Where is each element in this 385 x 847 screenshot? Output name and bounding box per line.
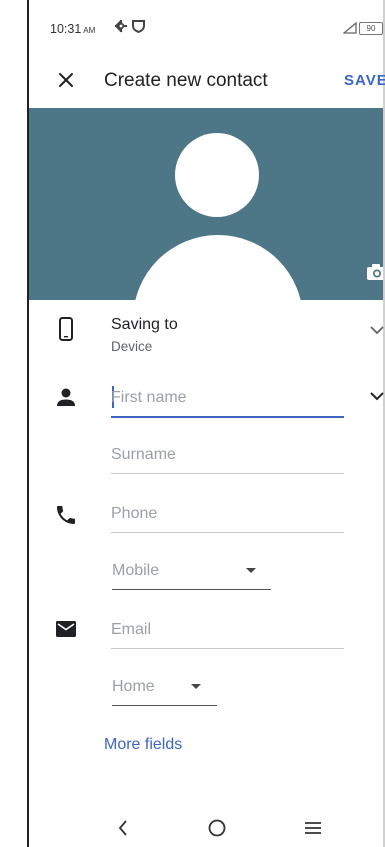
navigation-bar: [29, 808, 383, 847]
recents-button[interactable]: [301, 816, 325, 840]
back-chevron-icon: [118, 820, 127, 836]
person-icon: [57, 388, 75, 406]
phone-icon: [57, 506, 75, 524]
status-icons: [114, 19, 149, 38]
phone-device-icon: [59, 317, 73, 341]
email-type-underline: [112, 705, 217, 706]
avatar-body: [133, 235, 303, 300]
status-ampm: AM: [83, 26, 96, 35]
status-time: 10:31 AM: [50, 22, 95, 36]
first-name-field[interactable]: First name: [111, 389, 187, 407]
page-title: Create new contact: [104, 70, 268, 91]
status-time-value: 10:31: [50, 22, 82, 36]
battery-icon: 90: [359, 22, 383, 35]
screen: 10:31 AM 90 Create new contact SAVE Savi…: [0, 0, 385, 847]
name-expand-chevron-icon[interactable]: [369, 391, 385, 401]
saving-to-label: Saving to: [111, 316, 178, 333]
toolbar: Create new contact SAVE: [29, 58, 385, 108]
phone-underline: [111, 532, 344, 533]
account-chevron-down-icon[interactable]: [369, 325, 385, 335]
menu-lines-icon: [305, 822, 321, 834]
phone-field[interactable]: Phone: [111, 505, 157, 523]
phone-type-dropdown-arrow-icon[interactable]: [246, 568, 256, 573]
more-fields-button[interactable]: More fields: [104, 736, 182, 754]
email-type-dropdown[interactable]: Home: [112, 678, 155, 696]
close-icon: [59, 73, 73, 87]
first-name-underline: [111, 416, 344, 418]
back-button[interactable]: [111, 816, 135, 840]
home-circle-icon: [208, 819, 226, 837]
surname-field[interactable]: Surname: [111, 446, 176, 464]
phone-type-underline: [112, 589, 271, 590]
email-field[interactable]: Email: [111, 621, 151, 639]
surname-underline: [111, 473, 344, 474]
email-underline: [111, 648, 344, 649]
home-button[interactable]: [205, 816, 229, 840]
camera-icon: [367, 264, 383, 280]
signal-icon: [343, 22, 357, 34]
settings-and-shield-icons: [114, 19, 145, 34]
saving-to-value: Device: [111, 339, 153, 354]
close-button[interactable]: [54, 68, 78, 92]
phone-type-dropdown[interactable]: Mobile: [112, 562, 159, 580]
save-button[interactable]: SAVE: [344, 72, 385, 89]
avatar-head: [175, 133, 259, 217]
camera-button[interactable]: [366, 263, 383, 281]
status-bar: 10:31 AM 90: [29, 0, 385, 58]
email-icon: [56, 621, 76, 637]
email-type-dropdown-arrow-icon[interactable]: [191, 684, 201, 689]
contact-photo-header[interactable]: [29, 108, 383, 300]
